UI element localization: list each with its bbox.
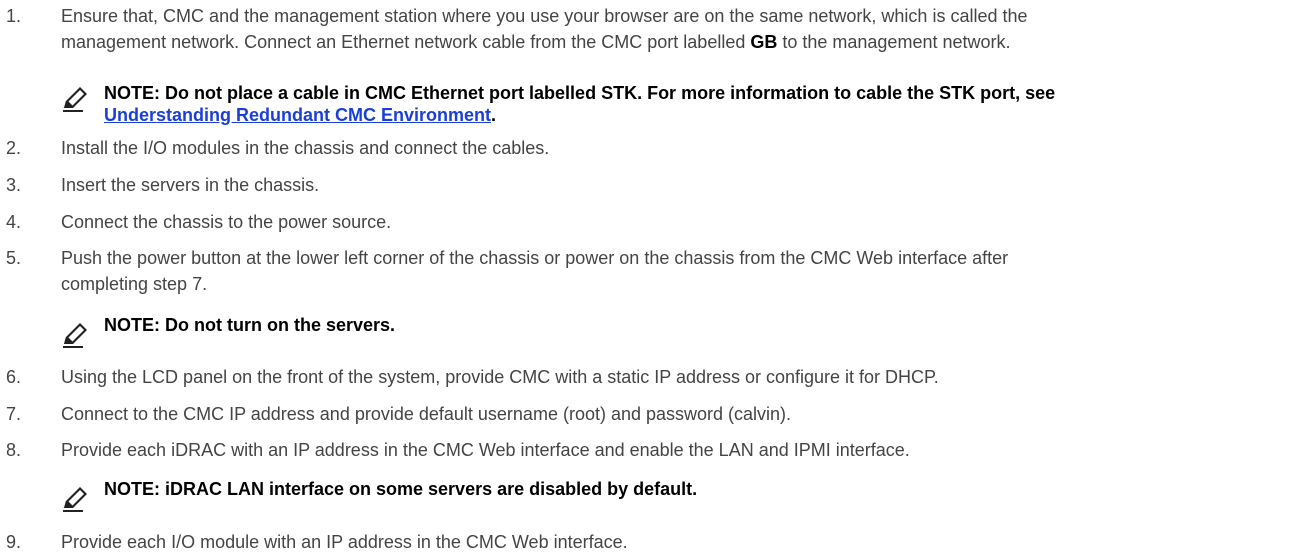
step-text: Insert the servers in the chassis. <box>61 175 320 195</box>
note-pencil-icon <box>63 323 87 348</box>
step-text: Provide each iDRAC with an IP address in… <box>61 440 910 460</box>
note-text-line: NOTE: Do not place a cable in CMC Ethern… <box>104 83 1056 103</box>
step-number: 8. <box>6 440 22 460</box>
note-pencil-icon <box>63 487 87 512</box>
note-punctuation: . <box>491 105 497 125</box>
step-text: Using the LCD panel on the front of the … <box>61 367 939 387</box>
step-text-segment: to the management network. <box>777 32 1011 52</box>
port-label-gb: GB <box>750 32 778 52</box>
step-number: 6. <box>6 367 22 387</box>
step-text-line: Ensure that, CMC and the management stat… <box>61 6 1028 26</box>
step-text-line: completing step 7. <box>61 274 208 294</box>
note-text: NOTE: Do not turn on the servers. <box>104 315 396 335</box>
step-text: Provide each I/O module with an IP addre… <box>61 532 628 552</box>
step-text: Connect to the CMC IP address and provid… <box>61 404 792 424</box>
step-number: 4. <box>6 212 22 232</box>
step-text-segment: management network. Connect an Ethernet … <box>61 32 751 52</box>
note-text-line: Understanding Redundant CMC Environment. <box>104 104 1304 126</box>
note-text: NOTE: iDRAC LAN interface on some server… <box>104 479 698 499</box>
step-number: 5. <box>6 248 22 268</box>
step-number: 7. <box>6 404 22 424</box>
step-number: 3. <box>6 175 22 195</box>
understanding-redundant-cmc-link[interactable]: Understanding Redundant CMC Environment <box>104 105 491 125</box>
step-text: Connect the chassis to the power source. <box>61 212 392 232</box>
step-text-line: Push the power button at the lower left … <box>61 248 1009 268</box>
note-pencil-icon <box>63 87 87 112</box>
step-number: 9. <box>6 532 22 552</box>
step-text-line: management network. Connect an Ethernet … <box>61 30 1301 54</box>
step-text: Install the I/O modules in the chassis a… <box>61 138 550 158</box>
step-number: 1. <box>6 6 22 26</box>
step-number: 2. <box>6 138 22 158</box>
